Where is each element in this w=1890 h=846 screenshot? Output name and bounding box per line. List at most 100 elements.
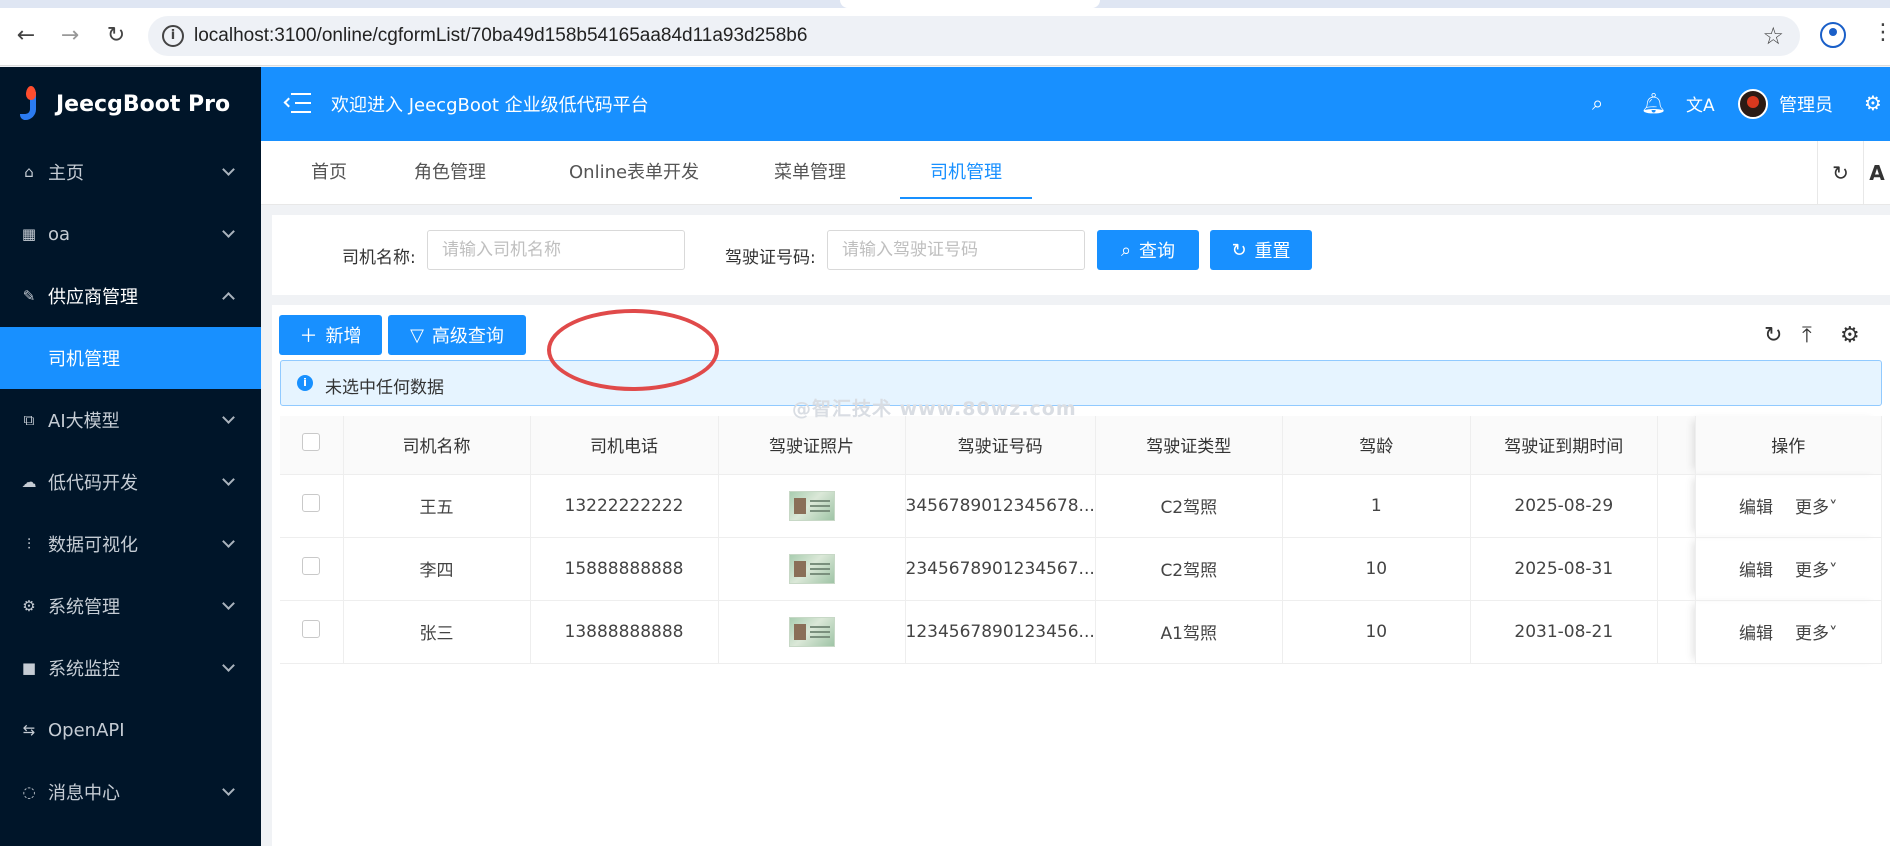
column-header[interactable]: 驾驶证到期时间 [1470,416,1658,475]
sidebar-item-dataviz[interactable]: ⫶ 数据可视化 [0,513,261,575]
driver-name-input[interactable]: 请输入司机名称 [427,230,685,270]
browser-active-tab[interactable] [840,0,1100,8]
more-dropdown[interactable]: 更多˅ [1795,498,1838,518]
settings-icon[interactable]: ⚙ [1840,323,1860,348]
license-no-label: 驾驶证号码: [725,248,816,268]
column-header[interactable]: 司机电话 [530,416,719,475]
license-no-cell: 2345678901234567... [905,537,1096,601]
welcome-text: 欢迎进入 JeecgBoot 企业级低代码平台 [331,95,649,116]
site-info-icon[interactable]: i [162,25,184,47]
column-header[interactable]: 驾龄 [1282,416,1471,475]
tab-home[interactable]: 首页 [311,141,347,205]
license-no-input[interactable]: 请输入驾驶证号码 [827,230,1085,270]
sidebar-item-label: 司机管理 [48,349,120,370]
sidebar-item-openapi[interactable]: ⇆ OpenAPI [0,699,261,761]
row-checkbox[interactable] [302,620,321,638]
sidebar-item-monitor[interactable]: ■ 系统监控 [0,637,261,699]
browser-tabstrip [0,0,1890,8]
driver-phone-cell: 13222222222 [530,474,719,538]
row-checkbox[interactable] [302,557,321,575]
back-icon[interactable]: ← [12,22,40,50]
search-panel: 司机名称: 请输入司机名称 驾驶证号码: 请输入驾驶证号码 ⌕ 查询 ↻ 重置 [272,215,1890,295]
sidebar-item-lowcode[interactable]: ☁ 低代码开发 [0,451,261,513]
username[interactable]: 管理员 [1779,91,1833,117]
avatar[interactable] [1738,89,1768,119]
bell-icon[interactable]: 🔔︎ [1641,91,1666,115]
tab-online-form[interactable]: Online表单开发 [569,141,699,205]
tab-driver-management[interactable]: 司机管理 [900,141,1032,205]
column-header[interactable]: 驾驶证照片 [718,416,906,475]
sidebar-item-label: 主页 [48,163,84,184]
url-text[interactable]: localhost:3100/online/cgformList/70ba49d… [194,25,807,47]
tab-menu-management[interactable]: 菜单管理 [774,141,846,205]
query-button[interactable]: ⌕ 查询 [1097,230,1199,270]
refresh-tab-icon[interactable]: ↻ [1817,141,1863,205]
license-photo-thumbnail[interactable] [788,553,835,584]
browser-profile-icon[interactable] [1820,22,1846,48]
select-all-cell[interactable] [280,416,344,475]
edit-icon: ✎ [22,287,36,305]
grid-icon: ▦ [21,225,37,243]
more-dropdown[interactable]: 更多˅ [1795,624,1838,644]
tab-role-management[interactable]: 角色管理 [414,141,486,205]
menu-fold-icon[interactable] [283,93,311,113]
more-tab-icon[interactable]: A [1863,141,1890,205]
chevron-up-icon [222,292,235,305]
sidebar-item-driver[interactable]: 司机管理 [0,327,261,389]
chart-icon: ⫶ [27,535,31,553]
sidebar-item-label: 供应商管理 [48,287,138,308]
sidebar-item-oa[interactable]: ▦ oa [0,203,261,265]
forward-icon[interactable]: → [56,22,84,50]
logo-icon [14,86,42,122]
driver-name-label: 司机名称: [342,248,416,268]
search-icon[interactable]: ⌕ [1592,91,1603,115]
expire-date-cell: 2025-08-29 [1470,474,1658,538]
license-photo-cell[interactable] [718,600,906,664]
bookmark-star-icon[interactable]: ☆ [1762,22,1784,50]
column-header[interactable]: 驾驶证号码 [905,416,1096,475]
address-bar[interactable]: i localhost:3100/online/cgformList/70ba4… [148,16,1800,56]
gear-icon: ⚙ [22,597,36,615]
driver-name-cell: 李四 [343,537,531,601]
plus-icon: ＋ [299,326,318,347]
sidebar-item-label: OpenAPI [48,719,125,741]
brand-name: JeecgBoot Pro [56,91,231,117]
license-photo-cell[interactable] [718,474,906,538]
sidebar-item-label: 低代码开发 [48,473,138,494]
sidebar-item-system[interactable]: ⚙ 系统管理 [0,575,261,637]
edit-link[interactable]: 编辑 [1739,498,1773,518]
table-row[interactable]: 张三 13888888888 1234567890123456... A1驾照 … [280,600,1882,664]
more-dropdown[interactable]: 更多˅ [1795,561,1838,581]
sidebar-item-supplier[interactable]: ✎ 供应商管理 [0,265,261,327]
browser-menu-icon[interactable]: ⋮ [1872,20,1890,45]
sidebar-item-ai[interactable]: ⧉ AI大模型 [0,389,261,451]
row-checkbox[interactable] [302,494,321,512]
table-row[interactable]: 李四 15888888888 2345678901234567... C2驾照 … [280,537,1882,601]
sidebar-item-message[interactable]: ◌ 消息中心 [0,761,261,823]
select-all-checkbox[interactable] [302,433,321,452]
annotation-circle [547,309,719,391]
sidebar-item-home[interactable]: ⌂ 主页 [0,141,261,203]
refresh-icon[interactable]: ↻ [1764,323,1782,348]
reload-icon[interactable]: ↻ [102,22,130,50]
column-header[interactable]: 司机名称 [343,416,531,475]
translate-icon[interactable]: 文A [1686,91,1715,116]
top-header: 欢迎进入 JeecgBoot 企业级低代码平台 ⌕ 🔔︎ 文A 管理员 ⚙ [261,67,1890,141]
chevron-down-icon [222,659,235,672]
license-photo-thumbnail[interactable] [788,490,835,521]
column-header [1657,416,1696,475]
edit-link[interactable]: 编辑 [1739,624,1773,644]
reset-button[interactable]: ↻ 重置 [1210,230,1312,270]
chevron-down-icon [222,225,235,238]
brand-logo[interactable]: JeecgBoot Pro [0,67,261,141]
column-height-icon[interactable]: ⤒ [1802,323,1812,348]
column-header[interactable]: 驾驶证类型 [1095,416,1283,475]
license-photo-cell[interactable] [718,537,906,601]
license-photo-thumbnail[interactable] [788,616,835,647]
edit-link[interactable]: 编辑 [1739,561,1773,581]
selection-alert: i 未选中任何数据 [280,360,1882,406]
table-row[interactable]: 王五 13222222222 3456789012345678... C2驾照 … [280,474,1882,538]
add-button[interactable]: ＋新增 [279,315,382,355]
advanced-query-button[interactable]: ▽ 高级查询 [388,315,526,355]
settings-icon[interactable]: ⚙ [1864,91,1882,115]
